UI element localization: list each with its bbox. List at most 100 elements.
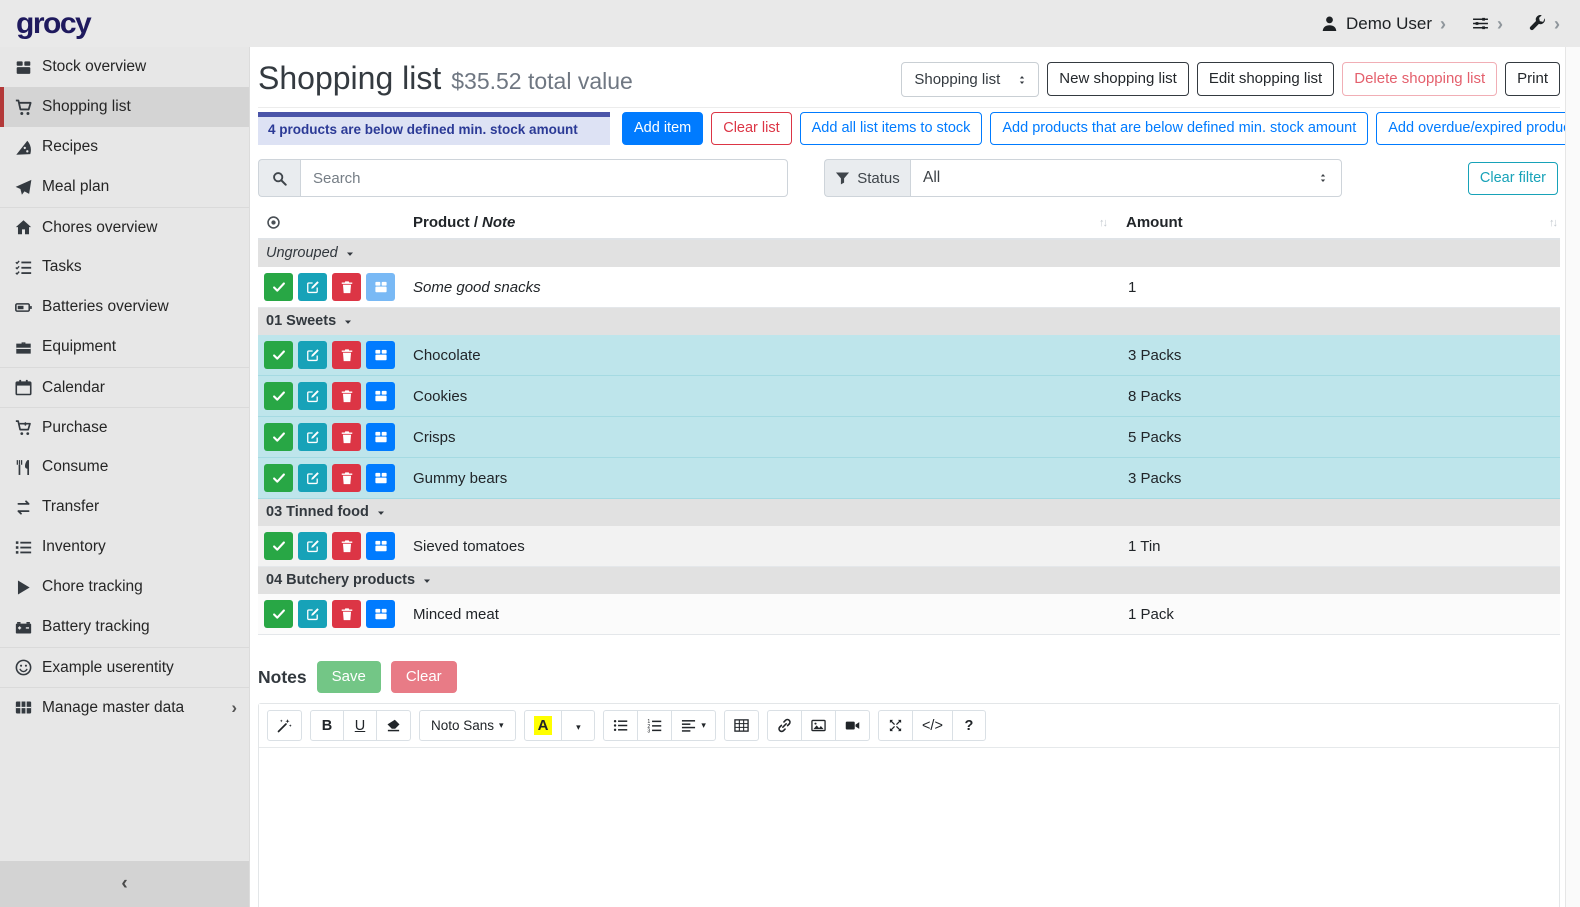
group-header-03-tinned-food[interactable]: 03 Tinned food [258, 499, 1560, 526]
sidebar-item-inventory[interactable]: Inventory [0, 527, 249, 567]
sidebar-item-consume[interactable]: Consume [0, 447, 249, 487]
mark-done-button[interactable] [264, 423, 293, 451]
add-to-stock-button[interactable] [366, 464, 395, 492]
group-header-04-butchery-products[interactable]: 04 Butchery products [258, 567, 1560, 594]
new-shopping-list-button[interactable]: New shopping list [1047, 62, 1189, 96]
sidebar-item-batteries-overview[interactable]: Batteries overview [0, 287, 249, 327]
settings-menu[interactable]: › [1472, 15, 1503, 33]
pizza-icon [14, 139, 33, 156]
notes-save-button[interactable]: Save [317, 661, 381, 693]
add-item-button[interactable]: Add item [622, 112, 703, 145]
admin-menu[interactable]: › [1529, 15, 1560, 33]
list-ul-button[interactable] [603, 710, 638, 741]
eraser-button[interactable] [376, 710, 411, 741]
sort-icon[interactable]: ↑↓ [1549, 217, 1560, 229]
add-to-stock-button[interactable] [366, 532, 395, 560]
notes-clear-button[interactable]: Clear [391, 661, 457, 693]
delete-item-button[interactable] [332, 464, 361, 492]
add-to-stock-button[interactable] [366, 273, 395, 301]
underline-button[interactable]: U [343, 710, 377, 741]
sidebar-item-example-userentity[interactable]: Example userentity [0, 647, 249, 687]
edit-item-button[interactable] [298, 600, 327, 628]
add-to-stock-button[interactable] [366, 341, 395, 369]
mark-done-button[interactable] [264, 341, 293, 369]
add-to-stock-button[interactable] [366, 423, 395, 451]
edit-item-button[interactable] [298, 532, 327, 560]
caret-button[interactable]: ▾ [561, 710, 595, 741]
delete-item-button[interactable] [332, 423, 361, 451]
add-overdue-expired-products-button[interactable]: Add overdue/expired products [1376, 112, 1580, 145]
edit-item-button[interactable] [298, 382, 327, 410]
add-all-list-items-to-stock-button[interactable]: Add all list items to stock [800, 112, 983, 145]
delete-item-button[interactable] [332, 532, 361, 560]
sidebar-item-calendar[interactable]: Calendar [0, 367, 249, 407]
edit-item-button[interactable] [298, 341, 327, 369]
sidebar-item-label: Purchase [42, 419, 107, 437]
image-button[interactable] [801, 710, 836, 741]
delete-item-button[interactable] [332, 600, 361, 628]
list-ol-button[interactable]: 123 [637, 710, 672, 741]
editor-content-area[interactable] [259, 748, 1559, 907]
user-menu[interactable]: Demo User › [1321, 14, 1446, 34]
video-button[interactable] [835, 710, 870, 741]
edit-item-button[interactable] [298, 273, 327, 301]
visibility-column-header[interactable] [258, 215, 407, 230]
paragraph-align-button[interactable]: ▾ [671, 710, 716, 741]
help-button[interactable]: ? [952, 710, 986, 741]
app-logo[interactable]: grocy [16, 7, 90, 41]
magic-button[interactable] [267, 710, 302, 741]
edit-item-button[interactable] [298, 464, 327, 492]
shopping-list-table: Product / Note ↑↓ Amount ↑↓ UngroupedSom… [258, 209, 1560, 635]
clear-list-button[interactable]: Clear list [711, 112, 791, 145]
sidebar-item-manage-master-data[interactable]: Manage master data› [0, 687, 249, 727]
link-button[interactable] [767, 710, 802, 741]
chevron-left-icon: ‹ [121, 873, 127, 895]
sidebar-collapse-button[interactable]: ‹ [0, 861, 249, 907]
edit-shopping-list-button[interactable]: Edit shopping list [1197, 62, 1334, 96]
print-button[interactable]: Print [1505, 62, 1560, 96]
delete-item-button[interactable] [332, 341, 361, 369]
filter-row: Status All Clear filter [258, 159, 1560, 197]
sidebar-item-equipment[interactable]: Equipment [0, 327, 249, 367]
status-select[interactable]: All [910, 159, 1342, 197]
sidebar-item-purchase[interactable]: Purchase [0, 407, 249, 447]
mark-done-button[interactable] [264, 532, 293, 560]
add-products-that-are-below-defined-min-stock-amount-button[interactable]: Add products that are below defined min.… [990, 112, 1368, 145]
sidebar-item-battery-tracking[interactable]: Battery tracking [0, 607, 249, 647]
sidebar-item-chores-overview[interactable]: Chores overview [0, 207, 249, 247]
mark-done-button[interactable] [264, 464, 293, 492]
sidebar-item-shopping-list[interactable]: Shopping list [0, 87, 249, 127]
add-to-stock-button[interactable] [366, 600, 395, 628]
sidebar-item-stock-overview[interactable]: Stock overview [0, 47, 249, 87]
sidebar-item-label: Tasks [42, 258, 82, 276]
shopping-list-select[interactable]: Shopping list [901, 62, 1039, 97]
sidebar-item-meal-plan[interactable]: Meal plan [0, 167, 249, 207]
mark-done-button[interactable] [264, 600, 293, 628]
clear-filter-button[interactable]: Clear filter [1468, 162, 1558, 195]
topbar: grocy Demo User › › › [0, 0, 1580, 47]
font-name-button[interactable]: Noto Sans▾ [419, 710, 516, 741]
sidebar-item-transfer[interactable]: Transfer [0, 487, 249, 527]
color-a-button[interactable]: A [524, 710, 563, 741]
table-grid-button[interactable] [724, 710, 759, 741]
sidebar-item-chore-tracking[interactable]: Chore tracking [0, 567, 249, 607]
bold-button[interactable]: B [310, 710, 344, 741]
mark-done-button[interactable] [264, 273, 293, 301]
group-header-ungrouped[interactable]: Ungrouped [258, 240, 1560, 267]
group-header-01-sweets[interactable]: 01 Sweets [258, 308, 1560, 335]
add-to-stock-button[interactable] [366, 382, 395, 410]
sidebar-item-tasks[interactable]: Tasks [0, 247, 249, 287]
delete-shopping-list-button[interactable]: Delete shopping list [1342, 62, 1497, 96]
scrollbar[interactable] [1565, 47, 1580, 907]
mark-done-button[interactable] [264, 382, 293, 410]
sort-icon[interactable]: ↑↓ [1099, 217, 1120, 229]
code-button[interactable]: </> [912, 710, 953, 741]
search-input[interactable] [300, 159, 788, 197]
sidebar-item-recipes[interactable]: Recipes [0, 127, 249, 167]
edit-item-button[interactable] [298, 423, 327, 451]
amount-column-header[interactable]: Amount ↑↓ [1120, 214, 1560, 231]
fullscreen-button[interactable] [878, 710, 913, 741]
delete-item-button[interactable] [332, 273, 361, 301]
delete-item-button[interactable] [332, 382, 361, 410]
product-column-header[interactable]: Product / Note ↑↓ [407, 214, 1120, 231]
